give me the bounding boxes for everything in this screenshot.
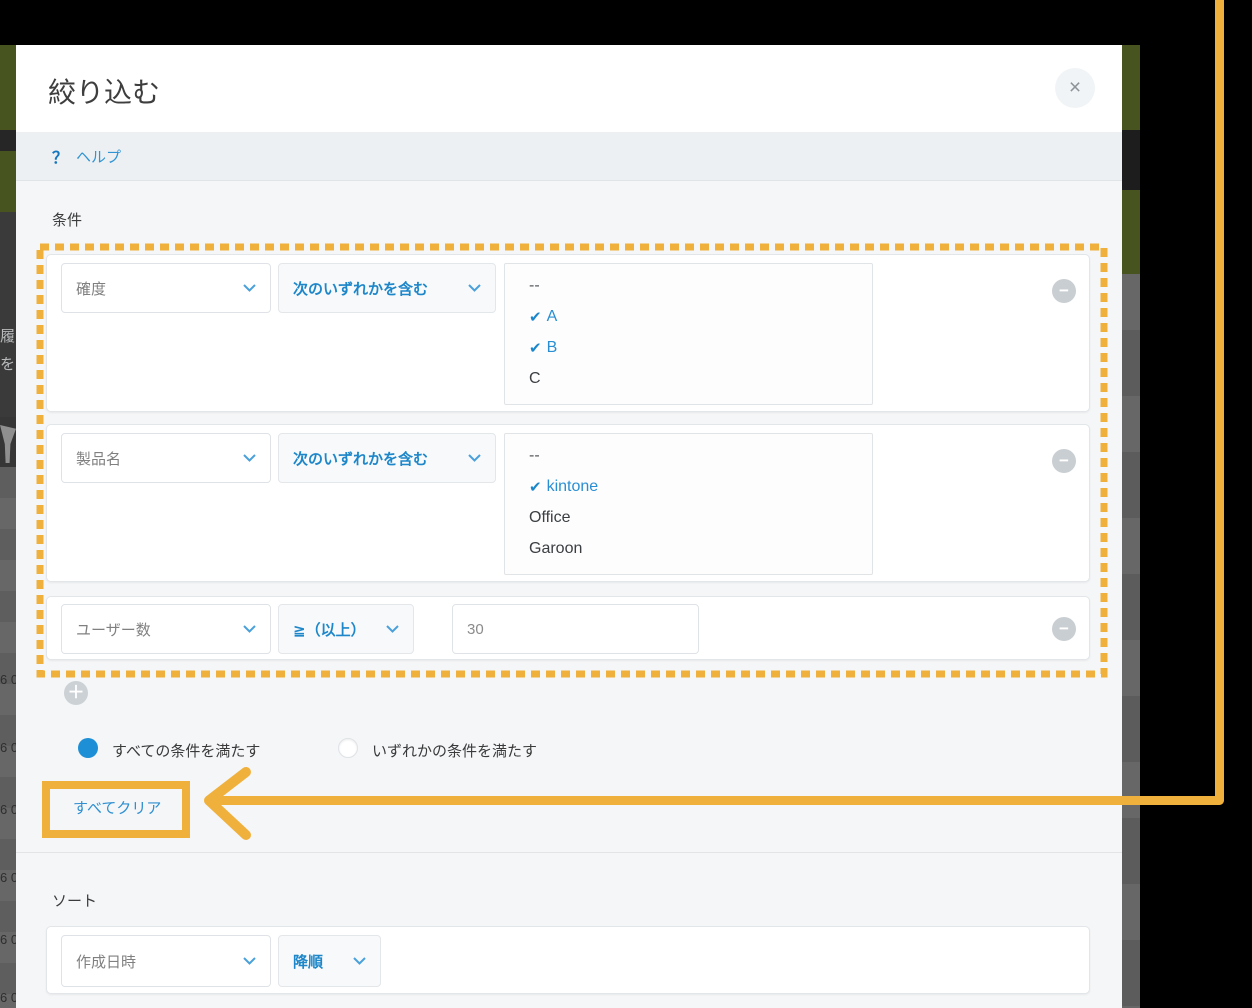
multiselect-option[interactable]: -- (505, 440, 872, 471)
background-right-strip (1122, 274, 1140, 1008)
background-row-fragment: 6 0 (0, 802, 16, 817)
option-label: C (529, 369, 541, 387)
value-multiselect[interactable]: -- ✔ A ✔ B C (504, 263, 873, 405)
multiselect-option[interactable]: -- (505, 270, 872, 301)
background-right-strip (1122, 190, 1140, 274)
background-right-strip (1122, 45, 1140, 130)
option-label: A (546, 307, 558, 325)
dialog-title: 絞り込む (48, 77, 161, 108)
sort-field-value: 作成日時 (76, 953, 137, 971)
field-select[interactable]: ユーザー数 (61, 604, 271, 654)
section-divider (16, 852, 1122, 853)
operator-select-value: 次のいずれかを含む (293, 280, 429, 298)
background-text-fragment: 履 (0, 328, 16, 345)
condition-row: 確度 次のいずれかを含む -- ✔ A ✔ B C − (46, 254, 1090, 412)
field-select-value: 確度 (76, 280, 107, 298)
add-condition-button[interactable]: ＋ (64, 681, 88, 705)
field-select-value: ユーザー数 (76, 621, 151, 639)
remove-condition-button[interactable]: − (1052, 279, 1076, 303)
check-icon: ✔ (529, 308, 542, 326)
remove-condition-button[interactable]: − (1052, 617, 1076, 641)
help-icon: ？ (52, 150, 69, 167)
operator-select-value: 次のいずれかを含む (293, 450, 429, 468)
background-right-strip (1122, 130, 1140, 190)
check-icon: ✔ (529, 339, 542, 357)
field-select[interactable]: 製品名 (61, 433, 271, 483)
operator-select-value: ≧（以上） (293, 621, 366, 639)
close-button[interactable]: × (1055, 68, 1095, 108)
option-label: B (546, 338, 558, 356)
multiselect-option[interactable]: Office (505, 502, 872, 533)
chevron-down-icon (386, 625, 399, 633)
option-label: -- (529, 446, 540, 464)
option-label: -- (529, 276, 540, 294)
multiselect-option[interactable]: ✔ kintone (505, 471, 872, 502)
condition-row: ユーザー数 ≧（以上） − (46, 596, 1090, 660)
sort-row: 作成日時 降順 (46, 926, 1090, 994)
sort-section-label: ソート (52, 893, 98, 910)
background-row-fragment: 6 0 (0, 672, 16, 687)
option-label: Garoon (529, 539, 583, 557)
chevron-down-icon (353, 957, 366, 965)
option-label: kintone (546, 477, 599, 495)
background-text-fragment: を (0, 356, 16, 373)
background-left-strip: 履 を (0, 212, 16, 417)
multiselect-option[interactable]: ✔ A (505, 301, 872, 332)
clear-all-link[interactable]: すべてクリア (73, 797, 161, 818)
operator-select[interactable]: 次のいずれかを含む (278, 433, 496, 483)
operator-select[interactable]: 次のいずれかを含む (278, 263, 496, 313)
remove-condition-button[interactable]: − (1052, 449, 1076, 473)
chevron-down-icon (468, 284, 481, 292)
sort-field-select[interactable]: 作成日時 (61, 935, 271, 987)
background-left-strip: 6 0 6 0 6 0 6 0 6 0 6 0 (0, 467, 16, 1008)
value-multiselect[interactable]: -- ✔ kintone Office Garoon (504, 433, 873, 575)
match-all-radio[interactable] (78, 738, 98, 758)
close-icon: × (1068, 76, 1082, 99)
background-left-strip (0, 417, 16, 467)
filter-dialog: 絞り込む × ？ ヘルプ 条件 確度 次のいずれかを含む -- ✔ A ✔ B C (16, 45, 1122, 1008)
sort-order-value: 降順 (293, 953, 324, 971)
screen: 履 を 6 0 6 0 6 0 6 0 6 0 6 0 絞り込む × ？ ヘルプ… (0, 0, 1252, 1008)
background-row-fragment: 6 0 (0, 932, 16, 947)
background-row-fragment: 6 0 (0, 870, 16, 885)
condition-row: 製品名 次のいずれかを含む -- ✔ kintone Office Garoon … (46, 424, 1090, 582)
chevron-down-icon (243, 625, 256, 633)
match-all-label: すべての条件を満たす (112, 743, 261, 760)
chevron-down-icon (243, 284, 256, 292)
background-left-strip (0, 151, 16, 212)
value-input[interactable] (452, 604, 699, 654)
background-left-strip (0, 45, 16, 130)
multiselect-option[interactable]: C (505, 363, 872, 394)
field-select-value: 製品名 (76, 450, 122, 468)
background-row-fragment: 6 0 (0, 990, 16, 1005)
field-select[interactable]: 確度 (61, 263, 271, 313)
match-any-label: いずれかの条件を満たす (372, 743, 538, 760)
background-left-strip (0, 130, 16, 151)
check-icon: ✔ (529, 478, 542, 496)
background-funnel-icon (0, 425, 16, 463)
dialog-header: 絞り込む × (16, 45, 1122, 132)
multiselect-option[interactable]: ✔ B (505, 332, 872, 363)
chevron-down-icon (243, 957, 256, 965)
help-bar: ？ ヘルプ (16, 132, 1122, 181)
chevron-down-icon (468, 454, 481, 462)
operator-select[interactable]: ≧（以上） (278, 604, 414, 654)
multiselect-option[interactable]: Garoon (505, 533, 872, 564)
match-any-radio[interactable] (338, 738, 358, 758)
chevron-down-icon (243, 454, 256, 462)
conditions-section-label: 条件 (52, 212, 83, 229)
background-row-fragment: 6 0 (0, 740, 16, 755)
help-link[interactable]: ヘルプ (76, 146, 121, 167)
option-label: Office (529, 508, 571, 526)
sort-order-select[interactable]: 降順 (278, 935, 381, 987)
